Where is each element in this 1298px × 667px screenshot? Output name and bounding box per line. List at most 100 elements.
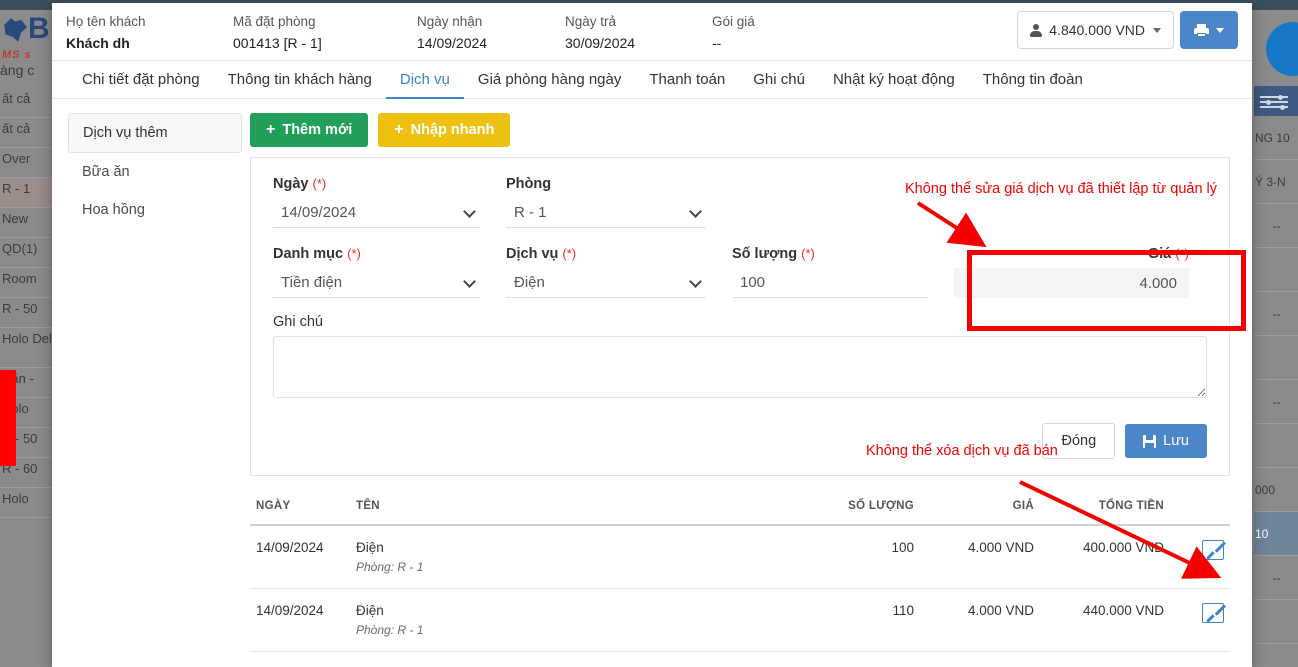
close-button[interactable]: Đóng	[1042, 423, 1116, 459]
background-right-row: 000	[1254, 468, 1298, 512]
col-name: TÊN	[350, 492, 790, 526]
header-label: Ngày nhận	[417, 14, 483, 29]
modal-tabs: Chi tiết đặt phòng Thông tin khách hàng Dị…	[52, 61, 1252, 99]
services-table: NGÀY TÊN SỐ LƯỢNG GIÁ TỔNG TIỀN 14/09/20…	[250, 492, 1230, 652]
required-marker: (*)	[312, 176, 327, 191]
service-sidebar: Dịch vụ thêm Bữa ăn Hoa hồng	[52, 113, 242, 652]
quantity-input[interactable]	[732, 268, 928, 298]
label-text: Giá	[1147, 246, 1172, 262]
field-quantity-spacer	[732, 176, 954, 228]
tab-6[interactable]: Nhật ký hoạt động	[819, 62, 969, 99]
field-label: Ngày (*)	[273, 176, 480, 192]
tab-0[interactable]: Chi tiết đặt phòng	[68, 62, 214, 99]
field-price-spacer	[954, 176, 1189, 228]
chevron-down-icon	[689, 275, 702, 288]
form-row-1: Ngày (*) 14/09/2024 Phòng R - 1	[273, 176, 1207, 228]
background-right-row: --	[1254, 204, 1298, 248]
field-label: Phòng	[506, 176, 706, 192]
header-field-checkout-date: Ngày trả 30/09/2024	[565, 9, 712, 54]
chevron-down-icon	[689, 205, 702, 218]
sidebar-item-0[interactable]: Dịch vụ thêm	[68, 113, 242, 153]
total-amount-dropdown[interactable]: 4.840.000 VND	[1017, 11, 1174, 49]
room-select[interactable]: R - 1	[506, 198, 706, 228]
action-button-row: + Thêm mới + Nhập nhanh	[250, 113, 1230, 147]
plus-icon: +	[394, 121, 404, 138]
service-select[interactable]: Điện	[506, 268, 706, 298]
field-label: Giá (*)	[954, 246, 1189, 262]
tab-7[interactable]: Thông tin đoàn	[969, 62, 1097, 99]
cell-price: 4.000 VND	[920, 588, 1040, 652]
form-footer: Đóng Lưu	[273, 423, 1207, 459]
save-button[interactable]: Lưu	[1125, 424, 1207, 458]
filter-bar	[1254, 86, 1298, 116]
form-row-2: Danh mục (*) Tiền điện Dịch vụ (*) Điện …	[273, 246, 1207, 298]
room-label: Phòng: R - 1	[356, 623, 424, 637]
service-name: Điện	[356, 540, 384, 555]
cell-actions	[1170, 525, 1230, 589]
cell-price: 4.000 VND	[920, 525, 1040, 589]
category-select[interactable]: Tiền điện	[273, 268, 480, 298]
header-actions: 4.840.000 VND	[1017, 11, 1238, 49]
header-label: Gói giá	[712, 14, 755, 29]
header-label: Mã đặt phòng	[233, 14, 316, 29]
logo-subtitle: MS s	[2, 49, 32, 61]
sidebar-item-2[interactable]: Hoa hồng	[68, 191, 242, 229]
chevron-down-icon	[1216, 27, 1224, 33]
chevron-down-icon	[463, 275, 476, 288]
modal-body: Dịch vụ thêm Bữa ăn Hoa hồng + Thêm mới + …	[52, 99, 1252, 652]
header-value: --	[712, 35, 722, 51]
note-label: Ghi chú	[273, 314, 323, 330]
required-marker: (*)	[801, 246, 815, 261]
add-new-button[interactable]: + Thêm mới	[250, 113, 369, 147]
field-note: Ghi chú	[273, 314, 1207, 403]
tab-5[interactable]: Ghi chú	[739, 62, 819, 99]
tab-1[interactable]: Thông tin khách hàng	[214, 62, 386, 99]
background-right-row: --	[1254, 292, 1298, 336]
col-actions	[1170, 492, 1230, 526]
quick-entry-label: Nhập nhanh	[410, 122, 495, 138]
print-button[interactable]	[1180, 11, 1238, 49]
add-new-label: Thêm mới	[282, 122, 353, 138]
service-form-panel: Ngày (*) 14/09/2024 Phòng R - 1 Danh mục…	[250, 157, 1230, 476]
col-date: NGÀY	[250, 492, 350, 526]
tab-4[interactable]: Thanh toán	[635, 62, 739, 99]
required-marker: (*)	[1175, 246, 1189, 261]
quick-entry-button[interactable]: + Nhập nhanh	[378, 113, 511, 147]
date-select[interactable]: 14/09/2024	[273, 198, 480, 228]
chevron-down-icon	[1153, 27, 1161, 33]
header-value: Khách dh	[66, 35, 130, 51]
date-value: 14/09/2024	[281, 204, 357, 221]
background-right-rows: NG 10Ý 3-N------00010--000	[1254, 116, 1298, 667]
price-input[interactable]	[954, 268, 1189, 298]
cell-total: 440.000 VND	[1040, 588, 1170, 652]
tab-2[interactable]: Dịch vụ	[385, 62, 464, 99]
header-value: 30/09/2024	[565, 35, 636, 51]
header-field-guest-name: Họ tên khách Khách dh	[66, 9, 233, 54]
printer-icon	[1194, 23, 1209, 37]
sliders-icon	[1260, 95, 1290, 110]
plus-icon: +	[266, 121, 276, 138]
sidebar-item-1[interactable]: Bữa ăn	[68, 153, 242, 191]
room-label: Phòng: R - 1	[356, 560, 424, 574]
background-right-row	[1254, 248, 1298, 292]
edit-icon[interactable]	[1202, 603, 1224, 623]
header-value: 001413 [R - 1]	[233, 35, 322, 51]
edit-icon[interactable]	[1202, 540, 1224, 560]
background-right-row: --	[1254, 380, 1298, 424]
required-marker: (*)	[347, 246, 361, 261]
header-label: Ngày trả	[565, 14, 617, 29]
field-quantity: Số lượng (*)	[732, 246, 954, 298]
cell-name: Điện Phòng: R - 1	[350, 525, 790, 589]
field-label: Danh mục (*)	[273, 246, 480, 262]
screen: B MS s àng c ất cả ất cả Over R - 1 New QD(1…	[0, 0, 1298, 667]
category-value: Tiền điện	[281, 274, 343, 291]
table-header-row: NGÀY TÊN SỐ LƯỢNG GIÁ TỔNG TIỀN	[250, 492, 1230, 526]
bird-icon	[4, 18, 27, 42]
label-text: Số lượng	[732, 246, 798, 262]
booking-detail-modal: Họ tên khách Khách dh Mã đặt phòng 00141…	[52, 3, 1252, 667]
note-textarea[interactable]	[273, 336, 1207, 398]
red-highlight-strip	[0, 370, 16, 466]
tab-3[interactable]: Giá phòng hàng ngày	[464, 62, 635, 99]
label-text: Danh mục	[273, 246, 344, 262]
background-right-row	[1254, 336, 1298, 380]
